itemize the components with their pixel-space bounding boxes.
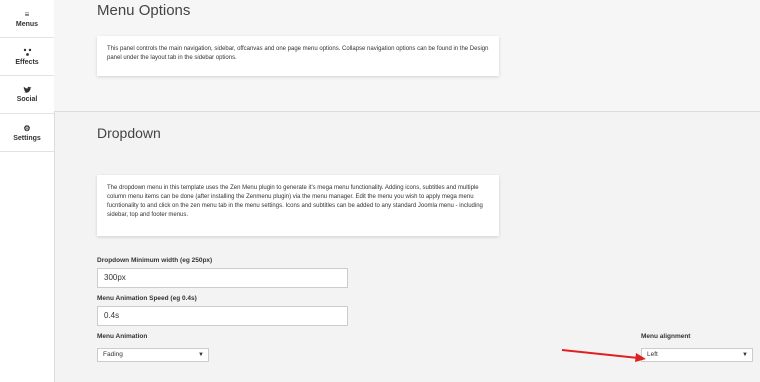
sidebar-item-menus[interactable]: ≡ Menus: [0, 0, 54, 38]
sidebar-item-label: Social: [16, 96, 38, 103]
gear-icon: ⚙: [23, 123, 31, 133]
twitter-icon: [23, 86, 32, 94]
sidebar-item-label: Effects: [15, 58, 39, 66]
dropdown-info-panel: The dropdown menu in this template uses …: [97, 175, 499, 236]
chevron-down-icon: ▼: [198, 352, 204, 358]
sidebar-item-settings[interactable]: ⚙ Settings: [0, 114, 54, 152]
section-divider: [54, 111, 760, 112]
dropdown-title: Dropdown: [97, 125, 161, 141]
min-width-label: Dropdown Minimum width (eg 250px): [97, 257, 213, 264]
menu-options-info-panel: This panel controls the main navigation,…: [97, 36, 499, 76]
annotation-arrow-icon: [561, 349, 646, 362]
sidebar: ≡ Menus Effects Social ⚙ Settings: [0, 0, 55, 382]
menu-alignment-select[interactable]: Left ▼: [641, 348, 753, 362]
menu-animation-label: Menu Animation: [97, 333, 148, 340]
menu-icon: ≡: [24, 9, 30, 19]
sidebar-item-label: Menus: [15, 20, 39, 28]
dropdown-description: The dropdown menu in this template uses …: [107, 185, 483, 218]
animation-speed-label: Menu Animation Speed (eg 0.4s): [97, 295, 197, 302]
sidebar-item-label: Settings: [13, 134, 41, 142]
menu-alignment-label: Menu alignment: [641, 333, 691, 340]
effects-icon: [23, 48, 32, 57]
min-width-input[interactable]: 300px: [97, 268, 348, 288]
chevron-down-icon: ▼: [742, 352, 748, 358]
animation-speed-input[interactable]: 0.4s: [97, 306, 348, 326]
menu-animation-value: Fading: [103, 351, 123, 358]
menu-options-title: Menu Options: [97, 2, 191, 20]
menu-animation-select[interactable]: Fading ▼: [97, 348, 209, 362]
menu-options-description: This panel controls the main navigation,…: [107, 46, 489, 61]
sidebar-item-effects[interactable]: Effects: [0, 38, 54, 76]
sidebar-item-social[interactable]: Social: [0, 76, 54, 114]
